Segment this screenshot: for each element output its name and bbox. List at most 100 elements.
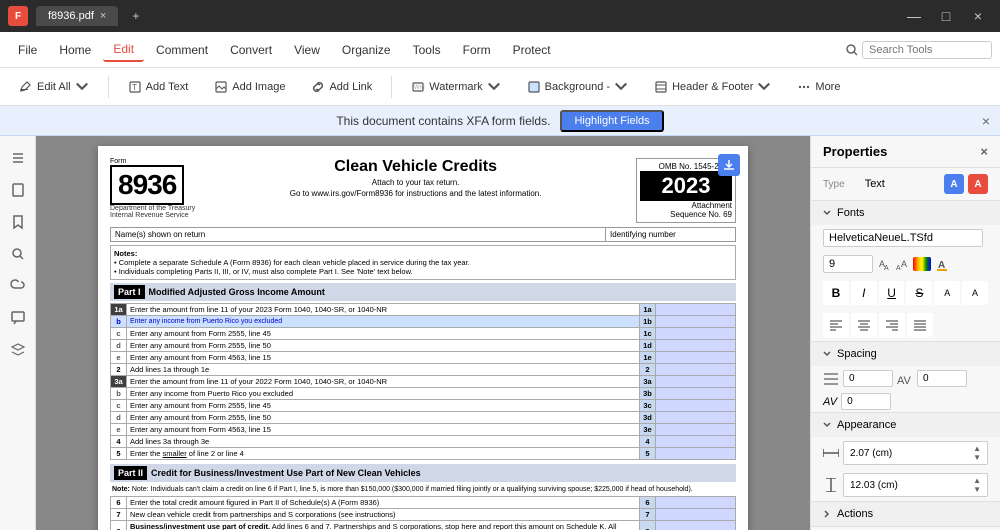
more-button[interactable]: More bbox=[786, 75, 851, 99]
av-spacing-input[interactable] bbox=[841, 393, 891, 410]
main-area: Form 8936 Department of the Treasury Int… bbox=[0, 136, 1000, 530]
line-spacing-input[interactable] bbox=[843, 370, 893, 387]
width-row: 2.07 (cm) ▲ ▼ bbox=[811, 437, 1000, 469]
align-left-button[interactable] bbox=[823, 313, 849, 337]
properties-panel: Properties × Type Text A A Fonts Helveti… bbox=[810, 136, 1000, 530]
sidebar-layers-icon[interactable] bbox=[4, 336, 32, 364]
appearance-section-header[interactable]: Appearance bbox=[811, 413, 1000, 437]
sidebar-nav-icon[interactable] bbox=[4, 144, 32, 172]
close-button[interactable]: × bbox=[964, 6, 992, 26]
header-footer-button[interactable]: Header & Footer bbox=[643, 75, 782, 99]
background-icon bbox=[527, 80, 541, 94]
fonts-section: Fonts HelveticaNeueL.TSfd AA AA A B I U bbox=[811, 201, 1000, 342]
irs-label: Internal Revenue Service bbox=[110, 212, 195, 219]
menu-convert[interactable]: Convert bbox=[220, 39, 282, 61]
strikethrough-button[interactable]: S bbox=[906, 281, 932, 305]
align-justify-button[interactable] bbox=[907, 313, 933, 337]
sequence-label: Sequence No. 69 bbox=[640, 210, 732, 219]
actions-section-header[interactable]: Actions bbox=[811, 502, 1000, 526]
menu-bar: File Home Edit Comment Convert View Orga… bbox=[0, 32, 1000, 68]
spacing-section: Spacing AV AV bbox=[811, 342, 1000, 413]
height-value[interactable]: 12.03 (cm) ▲ ▼ bbox=[843, 473, 988, 497]
attach-text: Attach to your tax return. bbox=[195, 178, 636, 187]
sidebar-comment-icon[interactable] bbox=[4, 304, 32, 332]
table-row: e Enter any amount from Form 4563, line … bbox=[111, 424, 736, 436]
part1-label: Part I bbox=[114, 285, 145, 299]
italic-button[interactable]: I bbox=[851, 281, 877, 305]
name-label: Name(s) shown on return bbox=[115, 230, 205, 239]
add-link-button[interactable]: Add Link bbox=[300, 75, 383, 99]
notification-bar: This document contains XFA form fields. … bbox=[0, 106, 1000, 136]
font-name-select[interactable]: HelveticaNeueL.TSfd bbox=[823, 229, 983, 247]
table-row: 6 Enter the total credit amount figured … bbox=[111, 497, 736, 509]
watermark-icon: Wm bbox=[411, 80, 425, 94]
part1-table: 1a Enter the amount from line 11 of your… bbox=[110, 303, 736, 460]
menu-protect[interactable]: Protect bbox=[503, 39, 561, 61]
menu-edit[interactable]: Edit bbox=[103, 38, 144, 62]
highlight-fields-button[interactable]: Highlight Fields bbox=[560, 110, 663, 132]
title-tab[interactable]: f8936.pdf × bbox=[36, 6, 118, 26]
subscript-button[interactable]: A bbox=[962, 281, 988, 305]
name-cell: Name(s) shown on return bbox=[111, 228, 605, 241]
new-tab-button[interactable]: + bbox=[126, 9, 145, 23]
chevron-down-icon3 bbox=[614, 80, 628, 94]
sidebar-attachment-icon[interactable] bbox=[4, 272, 32, 300]
form-title: Clean Vehicle Credits bbox=[195, 158, 636, 176]
spacing-section-header[interactable]: Spacing bbox=[811, 342, 1000, 366]
edit-all-button[interactable]: Edit All bbox=[8, 75, 100, 99]
menu-view[interactable]: View bbox=[284, 39, 330, 61]
notification-close[interactable]: × bbox=[982, 113, 990, 129]
sidebar-bookmark-icon[interactable] bbox=[4, 208, 32, 236]
notification-text: This document contains XFA form fields. bbox=[336, 114, 550, 128]
menu-organize[interactable]: Organize bbox=[332, 39, 401, 61]
minimize-button[interactable]: — bbox=[900, 6, 928, 26]
ssn-cell: Identifying number bbox=[605, 228, 735, 241]
svg-text:AV: AV bbox=[897, 375, 912, 386]
tab-filename: f8936.pdf bbox=[48, 10, 94, 22]
align-right-button[interactable] bbox=[879, 313, 905, 337]
table-row: e Enter any amount from Form 4563, line … bbox=[111, 352, 736, 364]
menu-comment[interactable]: Comment bbox=[146, 39, 218, 61]
sidebar-search-icon[interactable] bbox=[4, 240, 32, 268]
add-text-button[interactable]: T Add Text bbox=[117, 75, 200, 99]
download-button[interactable] bbox=[718, 154, 740, 176]
fonts-section-header[interactable]: Fonts bbox=[811, 201, 1000, 225]
ssn-label: Identifying number bbox=[610, 230, 676, 239]
superscript-button[interactable]: A bbox=[934, 281, 960, 305]
background-button[interactable]: Background - bbox=[516, 75, 639, 99]
table-row: d Enter any amount from Form 2555, line … bbox=[111, 412, 736, 424]
chevron-right-icon bbox=[823, 510, 831, 518]
title-bar: F f8936.pdf × + — □ × bbox=[0, 0, 1000, 32]
document-page: Form 8936 Department of the Treasury Int… bbox=[98, 146, 748, 530]
spacing-label: Spacing bbox=[837, 348, 877, 360]
actions-section: Actions bbox=[811, 502, 1000, 527]
add-text-icon: T bbox=[128, 80, 142, 94]
letter-spacing-input[interactable] bbox=[917, 370, 967, 387]
close-tab-icon[interactable]: × bbox=[100, 10, 106, 22]
menu-tools[interactable]: Tools bbox=[403, 39, 451, 61]
close-properties-button[interactable]: × bbox=[980, 144, 988, 159]
menu-form[interactable]: Form bbox=[453, 39, 501, 61]
font-size-input[interactable] bbox=[823, 255, 873, 273]
table-row: b Enter any income from Puerto Rico you … bbox=[111, 316, 736, 328]
appearance-label: Appearance bbox=[837, 419, 896, 431]
width-value[interactable]: 2.07 (cm) ▲ ▼ bbox=[843, 441, 988, 465]
part2-label: Part II bbox=[114, 466, 147, 480]
menu-file[interactable]: File bbox=[8, 39, 47, 61]
bold-button[interactable]: B bbox=[823, 281, 849, 305]
underline-button[interactable]: U bbox=[879, 281, 905, 305]
properties-title: Properties bbox=[823, 144, 887, 159]
year-box: 2023 bbox=[640, 171, 732, 201]
font-select-row: HelveticaNeueL.TSfd bbox=[811, 225, 1000, 251]
form-number: 8936 bbox=[118, 169, 176, 200]
watermark-button[interactable]: Wm Watermark bbox=[400, 75, 511, 99]
search-tools-input[interactable] bbox=[862, 41, 992, 59]
add-image-button[interactable]: Add Image bbox=[203, 75, 296, 99]
menu-home[interactable]: Home bbox=[49, 39, 101, 61]
align-center-button[interactable] bbox=[851, 313, 877, 337]
sidebar-pages-icon[interactable] bbox=[4, 176, 32, 204]
color-picker-icon[interactable] bbox=[913, 257, 931, 271]
table-row: 1a Enter the amount from line 11 of your… bbox=[111, 304, 736, 316]
maximize-button[interactable]: □ bbox=[932, 6, 960, 26]
document-area[interactable]: Form 8936 Department of the Treasury Int… bbox=[36, 136, 810, 530]
